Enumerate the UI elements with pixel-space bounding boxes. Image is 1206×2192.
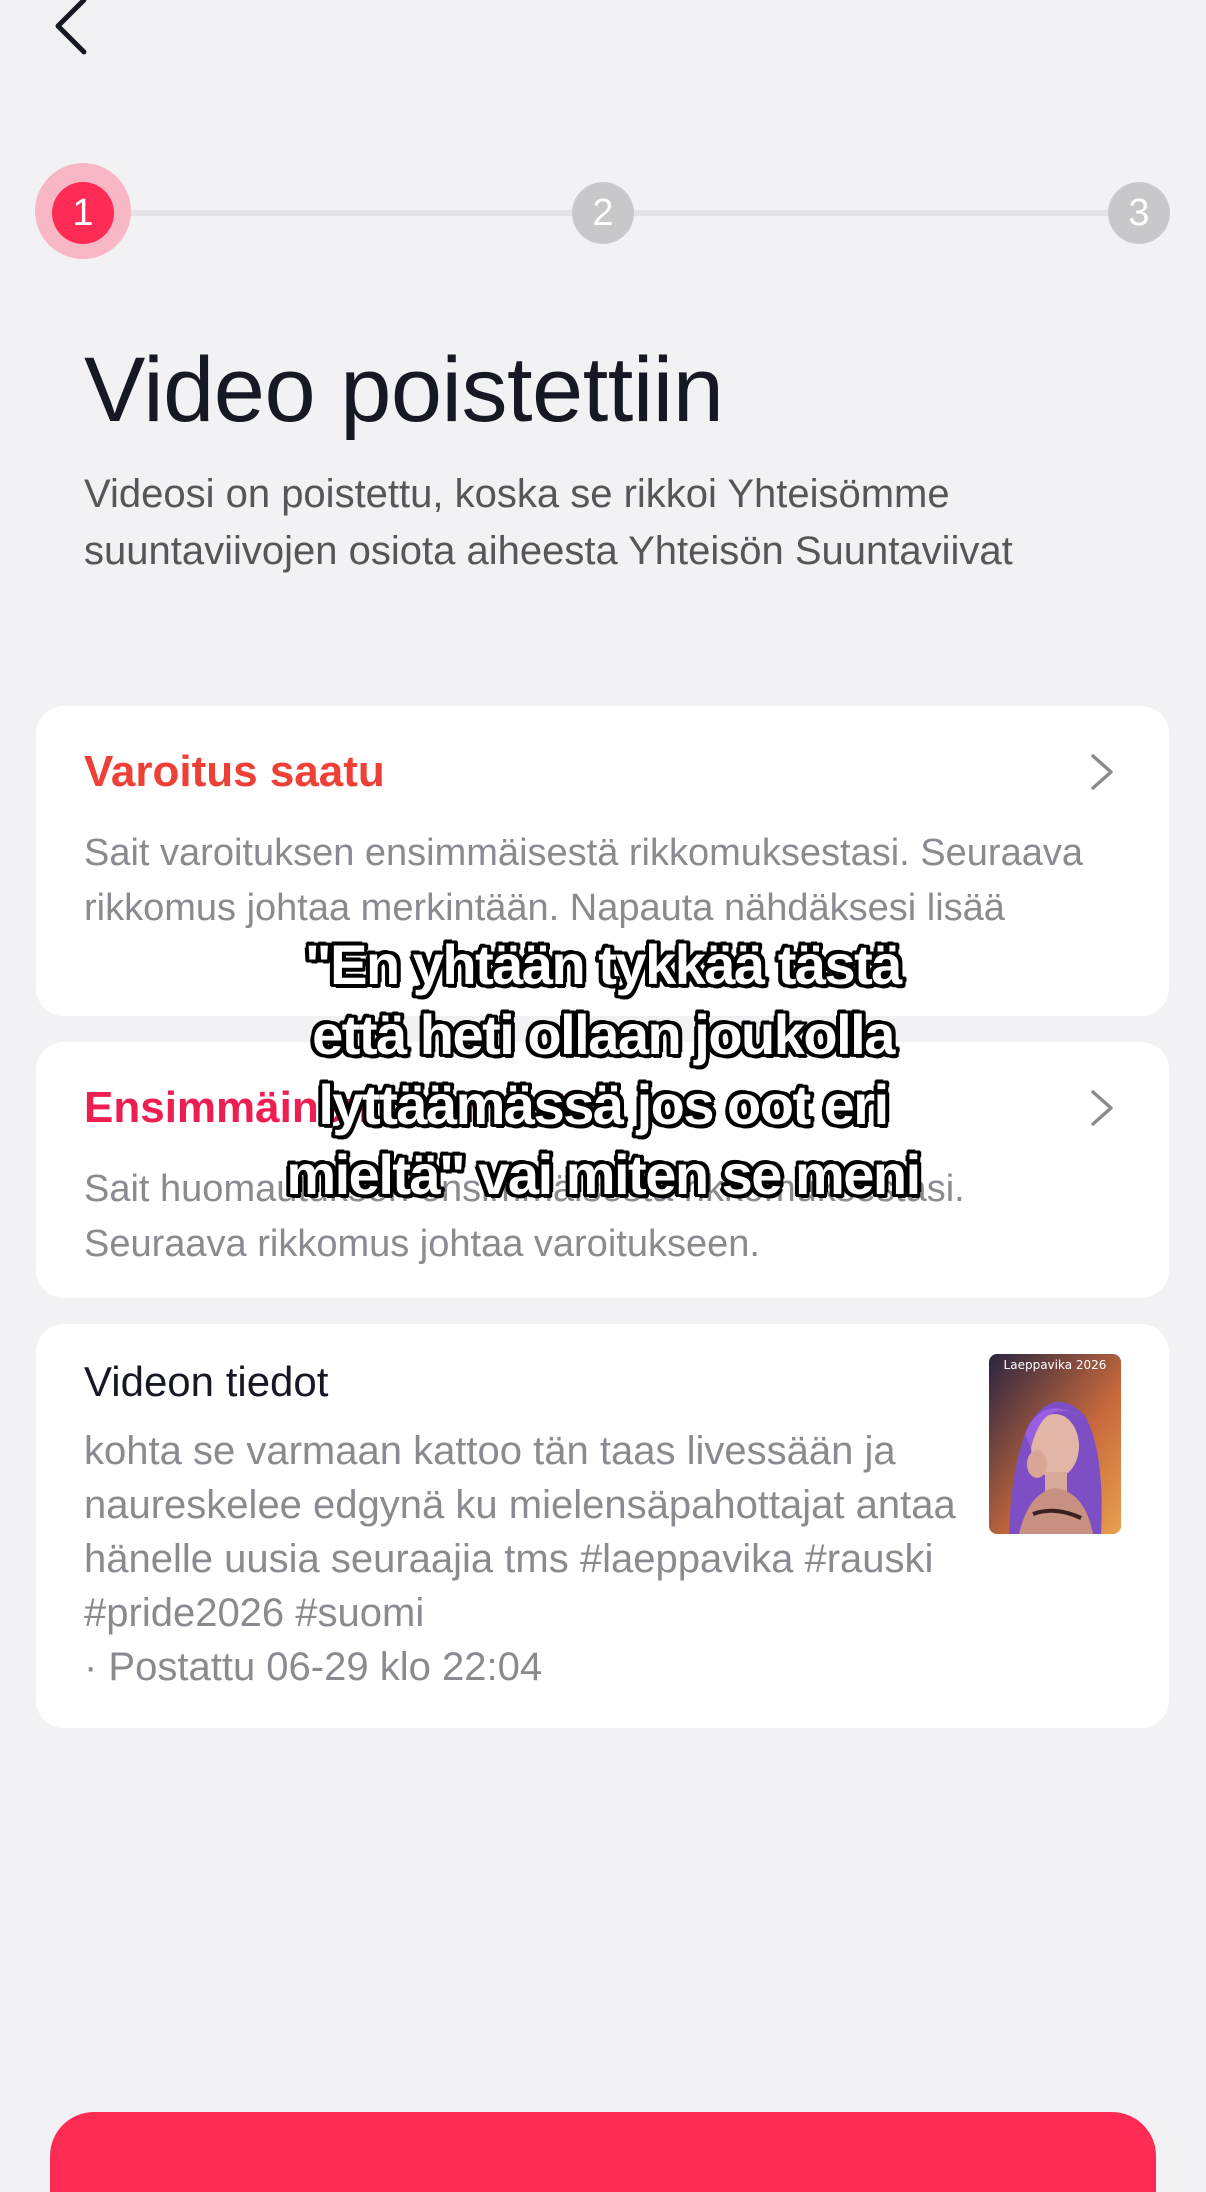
warning-card-text: Sait varoituksen ensimmäisestä rikkomuks… <box>84 832 1083 929</box>
video-info-card: Videon tiedot kohta se varmaan kattoo tä… <box>36 1324 1169 1728</box>
video-caption-overlay: "En yhtään tykkää tästä että heti ollaan… <box>230 930 976 1210</box>
video-info-title: Videon tiedot <box>84 1358 329 1405</box>
video-description: kohta se varmaan kattoo tän taas livessä… <box>84 1429 956 1635</box>
step-2: 2 <box>572 182 634 244</box>
chevron-left-icon <box>55 0 87 55</box>
posted-timestamp: · Postattu 06-29 klo 22:04 <box>84 1645 543 1689</box>
stepper-line-2 <box>632 210 1112 216</box>
step-1: 1 <box>52 182 114 244</box>
progress-stepper: 1 2 3 <box>0 160 1206 264</box>
video-thumbnail[interactable]: Laeppavika 2026 <box>989 1354 1121 1534</box>
stepper-line-1 <box>120 210 580 216</box>
primary-action-button[interactable] <box>50 2112 1156 2192</box>
page-subtitle: Videosi on poistettu, koska se rikkoi Yh… <box>84 472 1013 573</box>
thumbnail-caption: Laeppavika 2026 <box>1003 1358 1107 1372</box>
caption-line-3: lyttäämässä jos oot eri <box>318 1073 889 1136</box>
caption-line-4: mieltä" vai miten se meni <box>286 1143 921 1206</box>
caption-line-1: "En yhtään tykkää tästä <box>305 933 902 996</box>
caption-line-2: että heti ollaan joukolla <box>312 1003 895 1066</box>
chevron-right-icon <box>1091 1090 1113 1126</box>
step-3: 3 <box>1108 182 1170 244</box>
chevron-right-icon <box>1091 754 1113 790</box>
warning-card-title: Varoitus saatu <box>84 747 385 796</box>
back-button[interactable] <box>44 0 104 60</box>
page-title: Video poistettiin <box>84 339 724 441</box>
thumbnail-image <box>989 1354 1121 1534</box>
